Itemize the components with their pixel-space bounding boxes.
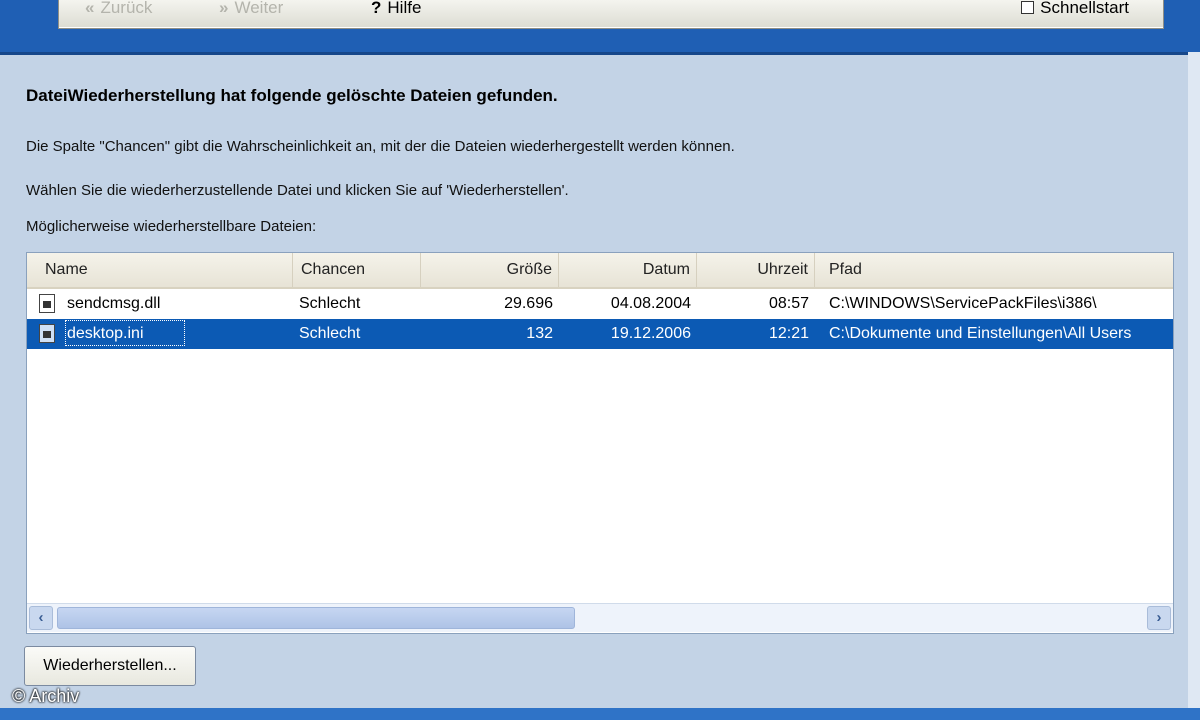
list-header: Name Chancen Größe Datum Uhrzeit Pfad — [27, 253, 1173, 289]
checkbox-icon — [1021, 1, 1035, 14]
column-header-path[interactable]: Pfad — [815, 253, 1173, 287]
cell-chances: Schlecht — [299, 325, 361, 342]
file-list[interactable]: Name Chancen Größe Datum Uhrzeit Pfad se… — [26, 252, 1174, 634]
cell-size: 132 — [526, 325, 553, 342]
quickstart-button[interactable]: Schnellstart — [1021, 0, 1129, 18]
back-button[interactable]: « Zurück — [85, 0, 152, 18]
page-title: DateiWiederherstellung hat folgende gelö… — [26, 86, 558, 105]
column-header-size[interactable]: Größe — [421, 253, 559, 287]
cell-date: 19.12.2006 — [610, 325, 691, 342]
window-top-band: « Zurück » Weiter ? Hilfe Schnellstart — [0, 0, 1200, 55]
column-header-name[interactable]: Name — [27, 253, 293, 287]
column-header-chances[interactable]: Chancen — [293, 253, 421, 287]
forward-arrow-icon: » — [219, 0, 229, 17]
window-bottom-bar — [0, 708, 1200, 720]
cell-path: C:\Dokumente und Einstellungen\All Users — [829, 325, 1132, 342]
table-row-selected[interactable]: desktop.ini Schlecht 132 19.12.2006 12:2… — [27, 319, 1173, 349]
file-icon — [39, 294, 55, 313]
column-header-time[interactable]: Uhrzeit — [697, 253, 815, 287]
back-label: Zurück — [100, 0, 153, 17]
info-text-instructions: Wählen Sie die wiederherzustellende Date… — [26, 182, 569, 199]
cell-time: 08:57 — [768, 295, 809, 312]
restore-button[interactable]: Wiederherstellen... — [24, 646, 196, 686]
toolbar: « Zurück » Weiter ? Hilfe Schnellstart — [58, 0, 1164, 29]
column-header-date[interactable]: Datum — [559, 253, 697, 287]
cell-chances: Schlecht — [299, 295, 361, 312]
cell-date: 04.08.2004 — [610, 295, 691, 312]
scroll-left-icon[interactable]: ‹ — [29, 606, 53, 630]
window-right-edge — [1188, 52, 1200, 708]
cell-name: desktop.ini — [67, 325, 144, 342]
file-icon — [39, 324, 55, 343]
scroll-right-icon[interactable]: › — [1147, 606, 1171, 630]
cell-path: C:\WINDOWS\ServicePackFiles\i386\ — [829, 295, 1097, 312]
cell-time: 12:21 — [768, 325, 809, 342]
cell-name: sendcmsg.dll — [67, 295, 161, 312]
quickstart-label: Schnellstart — [1040, 0, 1129, 17]
list-label: Möglicherweise wiederherstellbare Dateie… — [26, 218, 317, 235]
help-label: Hilfe — [387, 0, 422, 17]
scrollbar-thumb[interactable] — [57, 607, 575, 629]
info-text-chances: Die Spalte "Chancen" gibt die Wahrschein… — [26, 138, 735, 155]
horizontal-scrollbar[interactable]: ‹ › — [27, 603, 1173, 632]
table-row[interactable]: sendcmsg.dll Schlecht 29.696 04.08.2004 … — [27, 289, 1173, 319]
back-arrow-icon: « — [85, 0, 95, 17]
help-button[interactable]: ? Hilfe — [371, 0, 421, 18]
copyright-notice: © Archiv — [12, 686, 80, 706]
forward-button[interactable]: » Weiter — [219, 0, 283, 18]
cell-size: 29.696 — [504, 295, 553, 312]
question-mark-icon: ? — [371, 0, 382, 17]
forward-label: Weiter — [234, 0, 284, 17]
